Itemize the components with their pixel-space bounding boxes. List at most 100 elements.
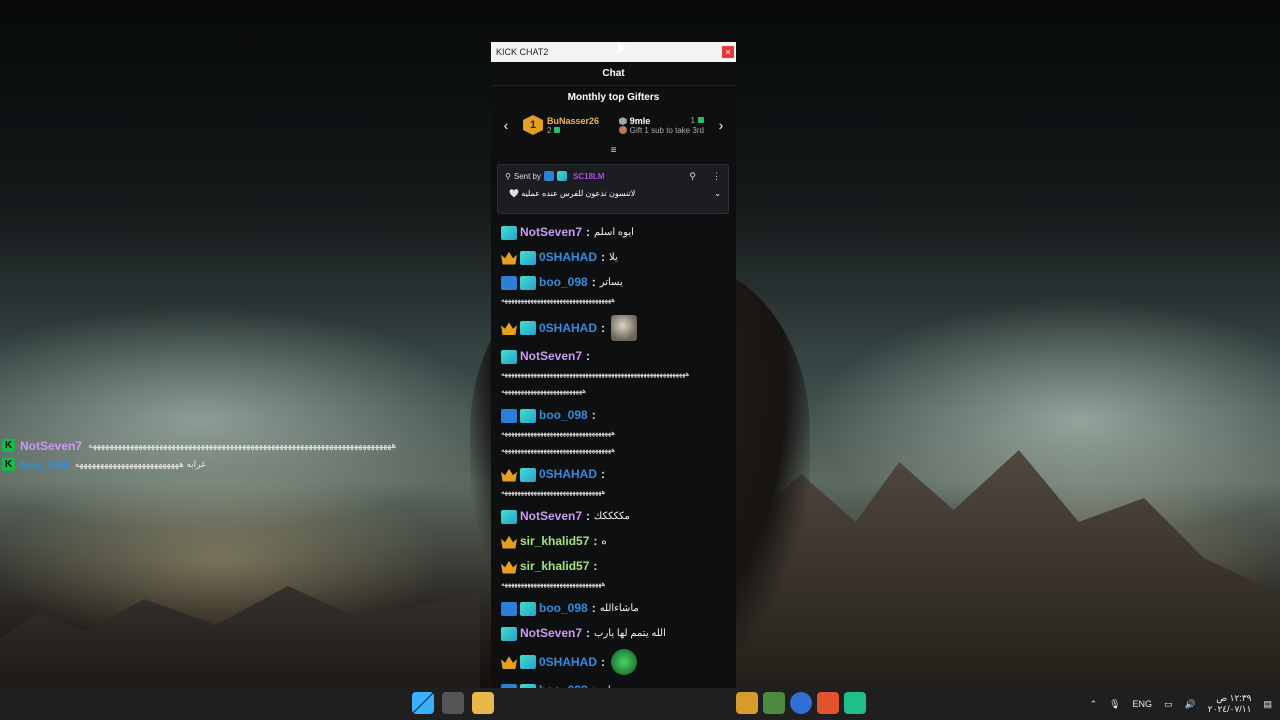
chat-message: 0SHAHAD: <box>501 649 731 675</box>
chat-username[interactable]: NotSeven7 <box>520 507 582 526</box>
gifter-count: 2 <box>547 125 552 135</box>
chat-message-text: ماشاءالله <box>599 603 639 614</box>
pinned-message: ⚲ Sent by SC18LM ⚲ ⋮ 🤍 لاتنسون تدعون للف… <box>497 164 729 214</box>
chat-username[interactable]: boo_098 <box>539 406 588 425</box>
chat-username[interactable]: 0SHAHAD <box>539 319 597 338</box>
chat-username[interactable]: 0SHAHAD <box>539 465 597 484</box>
chevron-down-icon[interactable]: ⌄ <box>714 189 721 198</box>
chat-message: NotSeven7: ايوه اسلم <box>501 223 731 242</box>
gifter-card: 1 BuNasser26 2 9mle 1 Gift 1 sub to take… <box>513 115 714 135</box>
og-badge-icon <box>501 509 517 524</box>
more-menu-icon[interactable]: ⋮ <box>712 171 721 182</box>
clock-date: ٢٠٢٤/٠٧/١١ <box>1207 704 1252 714</box>
windows-start-icon[interactable] <box>412 692 434 714</box>
pinned-sender: SC18LM <box>573 171 605 181</box>
crown-badge-icon <box>501 251 517 265</box>
brave-browser-icon[interactable] <box>817 692 839 714</box>
message-separator: : <box>586 509 591 523</box>
chat-username[interactable]: sir_khalid57 <box>520 532 589 551</box>
message-separator: : <box>601 250 606 264</box>
chat-username[interactable]: boo_098 <box>539 273 588 292</box>
overlay-row: K boo_098 غرابه هههههههههههههههههههههههه… <box>2 455 442 474</box>
app-icon[interactable] <box>736 692 758 714</box>
notification-icon[interactable]: ▤ <box>1263 699 1272 710</box>
crown-badge-icon <box>501 535 517 549</box>
chevron-right-icon[interactable]: › <box>714 117 728 133</box>
gifter-name: BuNasser26 <box>547 115 600 126</box>
chat-username[interactable]: boo_098 <box>539 599 588 618</box>
unpin-icon[interactable]: ⚲ <box>689 171 696 182</box>
gift-icon <box>554 126 561 133</box>
app-icon[interactable] <box>763 692 785 714</box>
language-indicator[interactable]: ENG <box>1133 699 1153 709</box>
kick-logo-icon: K <box>2 439 15 452</box>
volume-icon[interactable]: 🔊 <box>1185 699 1196 710</box>
crown-badge-icon <box>501 468 517 482</box>
og-badge-icon <box>520 321 536 335</box>
chat-message-text: هههههههههههههههههههههههههه <box>501 388 586 395</box>
chat-message: NotSeven7: مككككك <box>501 507 731 526</box>
crown-badge-icon <box>501 322 517 335</box>
message-separator: : <box>601 467 606 481</box>
network-icon[interactable]: ▭ <box>1164 699 1173 710</box>
chat-username[interactable]: NotSeven7 <box>520 624 582 643</box>
chat-message: NotSeven7: هههههههههههههههههههههههههههههه… <box>501 347 731 400</box>
microphone-icon[interactable]: 🎙 <box>1109 699 1120 710</box>
store-icon[interactable] <box>442 692 464 714</box>
og-badge-icon <box>520 601 536 616</box>
chat-username[interactable]: NotSeven7 <box>520 223 582 242</box>
message-separator: : <box>593 534 598 548</box>
message-separator: : <box>593 559 598 573</box>
gifter-first: 1 BuNasser26 2 <box>523 115 599 135</box>
chat-message: 0SHAHAD: هههههههههههههههههههههههههههههههه <box>501 465 731 501</box>
taskbar: ⌃ 🎙 ENG ▭ 🔊 ١٢:٣٩ ص ٢٠٢٤/٠٧/١١ ▤ <box>0 688 1280 720</box>
rank-2-icon <box>618 117 627 126</box>
emote-icon[interactable] <box>611 649 638 675</box>
overlay-message: هههههههههههههههههههههههههههههههههههههههه… <box>88 440 397 450</box>
heart-icon: 🤍 <box>509 189 519 198</box>
message-separator: : <box>601 320 606 335</box>
chat-message: NotSeven7: الله يتمم لها يارب <box>501 624 731 643</box>
gift-hint: Gift 1 sub to take 3rd <box>629 125 704 135</box>
og-badge-icon <box>501 225 517 240</box>
clock[interactable]: ١٢:٣٩ ص ٢٠٢٤/٠٧/١١ <box>1208 693 1252 715</box>
chat-message-text: هههههههههههههههههههههههههههههههه <box>501 581 606 588</box>
gifters-carousel: ‹ 1 BuNasser26 2 9mle 1 Gift 1 sub to ta… <box>491 103 736 147</box>
message-separator: : <box>601 654 606 669</box>
overlay-username: boo_098 <box>20 457 69 472</box>
audio-app-icon[interactable] <box>844 692 866 714</box>
crown-badge-icon <box>501 656 517 669</box>
og-badge-icon <box>520 655 536 669</box>
gifter-name: 9mle <box>629 115 651 126</box>
rank-badge: 1 <box>523 115 543 135</box>
overlay-message: غرابه هههههههههههههههههههههههههه <box>74 459 207 469</box>
system-tray: ⌃ 🎙 ENG ▭ 🔊 ١٢:٣٩ ص ٢٠٢٤/٠٧/١١ ▤ <box>1090 688 1272 720</box>
chat-username[interactable]: sir_khalid57 <box>520 557 589 576</box>
og-badge-icon <box>557 171 567 181</box>
chat-message-text: ايوه اسلم <box>594 227 634 238</box>
moderator-badge-icon <box>544 171 554 181</box>
chat-message-text: الله يتمم لها يارب <box>594 628 666 639</box>
overlay-chat: K NotSeven7 هههههههههههههههههههههههههههه… <box>2 436 442 474</box>
chat-message-text: يلا <box>609 252 618 263</box>
kick-chat-window: KICK CHAT2 × Chat Monthly top Gifters ‹ … <box>491 42 736 720</box>
pinned-text: لاتنسون تدعون للفرس عنده عمليه <box>521 189 636 198</box>
chat-username[interactable]: 0SHAHAD <box>539 653 597 672</box>
og-badge-icon <box>520 250 536 265</box>
close-button[interactable]: × <box>722 46 734 58</box>
chat-username[interactable]: 0SHAHAD <box>539 248 597 267</box>
chat-username[interactable]: NotSeven7 <box>520 347 582 366</box>
chat-message-text: ههههههههههههههههههههههههههههههههههه <box>501 447 615 454</box>
message-separator: : <box>586 349 591 363</box>
og-badge-icon <box>501 349 517 364</box>
collapse-handle-icon[interactable]: ≡ <box>491 146 736 156</box>
chevron-left-icon[interactable]: ‹ <box>499 117 513 133</box>
emote-icon[interactable] <box>611 315 638 341</box>
chat-message-text: يساتر <box>599 277 623 288</box>
chat-message-text: هههههههههههههههههههههههههههههههههههههههه… <box>501 371 690 378</box>
app-icon[interactable] <box>790 692 812 714</box>
chat-message-text: مككككك <box>594 511 630 522</box>
pinned-label: Sent by <box>513 171 541 181</box>
file-explorer-icon[interactable] <box>472 692 494 714</box>
chevron-up-icon[interactable]: ⌃ <box>1090 699 1098 710</box>
